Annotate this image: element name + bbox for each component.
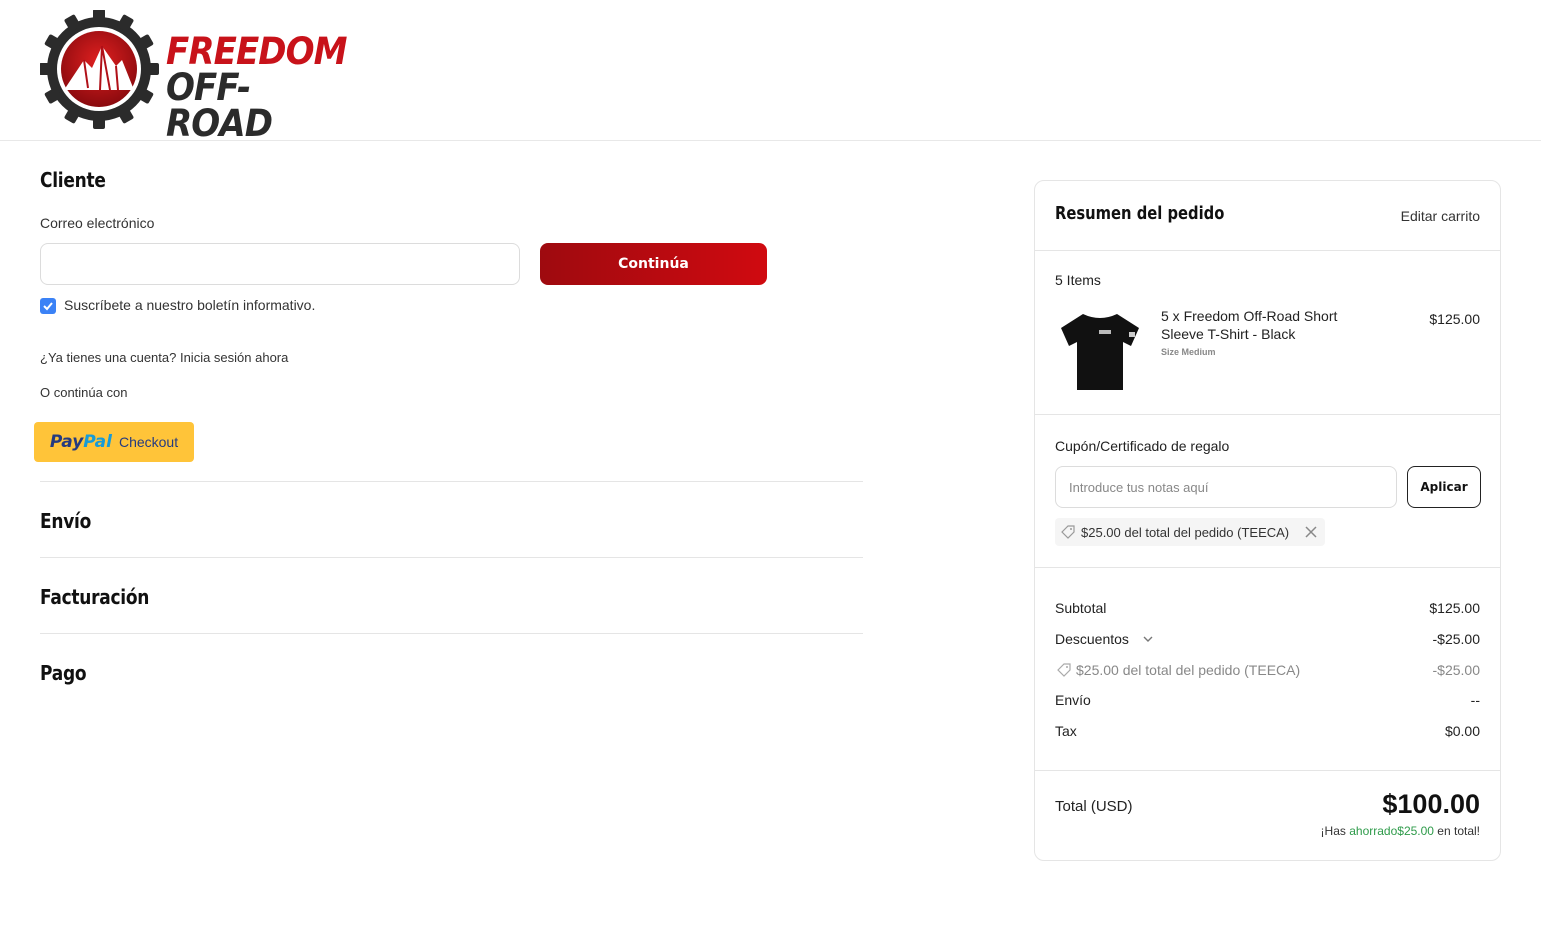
tax-value: $0.00 (1444, 723, 1480, 739)
brand-wordmark: FREEDOM OFF-ROAD (166, 30, 362, 145)
site-header: FREEDOM OFF-ROAD (0, 0, 1541, 142)
item-price: $125.00 (1429, 311, 1480, 327)
shipping-section-title[interactable]: Envío (40, 509, 91, 533)
divider (40, 633, 863, 634)
savings-message: ¡Has ahorrado$25.00 en total! (1321, 824, 1480, 838)
close-icon[interactable] (1303, 524, 1319, 540)
newsletter-checkbox[interactable] (40, 298, 56, 314)
applied-coupon-text: $25.00 del total del pedido (TEECA) (1081, 524, 1290, 540)
item-name-line1: 5 x Freedom Off-Road Short (1161, 308, 1338, 324)
shipping-value: -- (1470, 692, 1480, 708)
divider (1035, 414, 1500, 415)
items-count: 5 Items (1055, 272, 1101, 288)
or-continue-label: O continúa con (40, 385, 128, 400)
item-name-line2: Sleeve T-Shirt - Black (1161, 326, 1296, 342)
email-label: Correo electrónico (40, 215, 155, 231)
savings-word: ahorrado (1349, 824, 1398, 838)
discounts-value: -$25.00 (1432, 631, 1480, 647)
edit-cart-link[interactable]: Editar carrito (1401, 208, 1480, 224)
brand-line1: FREEDOM (166, 30, 348, 73)
discount-detail-label: $25.00 del total del pedido (TEECA) (1076, 662, 1301, 678)
billing-section-title[interactable]: Facturación (40, 585, 149, 609)
divider (1035, 567, 1500, 568)
divider (40, 481, 863, 482)
brand-line2: OFF-ROAD (166, 66, 273, 145)
tshirt-product-image (1061, 314, 1139, 390)
chevron-down-icon[interactable] (1142, 633, 1154, 645)
divider (1035, 250, 1500, 251)
divider (1035, 770, 1500, 771)
email-input[interactable] (40, 243, 520, 285)
paypal-checkout-text: Checkout (118, 434, 179, 450)
paypal-pal-text: Pal (83, 432, 112, 452)
gear-mountain-logo-icon (40, 10, 159, 129)
coupon-label: Cupón/Certificado de regalo (1055, 438, 1230, 454)
paypal-checkout-button[interactable]: Pay Pal Checkout (34, 422, 194, 462)
subtotal-label: Subtotal (1055, 600, 1107, 616)
item-size: Size Medium (1161, 347, 1216, 357)
checkmark-icon (43, 302, 53, 311)
divider (40, 557, 863, 558)
apply-coupon-button[interactable]: Aplicar (1407, 466, 1481, 508)
order-summary-title: Resumen del pedido (1055, 203, 1225, 224)
paypal-pay-text: Pay (49, 432, 84, 452)
tag-icon (1057, 663, 1071, 677)
shipping-label: Envío (1055, 692, 1091, 708)
brand-logo[interactable]: FREEDOM OFF-ROAD (40, 10, 348, 142)
continue-button[interactable]: Continúa (540, 243, 767, 285)
order-summary-panel: Resumen del pedido Editar carrito 5 Item… (1034, 180, 1501, 861)
savings-prefix: ¡Has (1320, 824, 1350, 838)
applied-coupon-chip: $25.00 del total del pedido (TEECA) (1055, 518, 1326, 546)
savings-amount: $25.00 (1397, 824, 1434, 838)
coupon-input[interactable] (1055, 466, 1397, 508)
subtotal-value: $125.00 (1429, 600, 1480, 616)
total-label: Total (USD) (1055, 798, 1133, 815)
total-value: $100.00 (1382, 789, 1480, 819)
payment-section-title[interactable]: Pago (40, 661, 87, 685)
tax-label: Tax (1055, 723, 1077, 739)
discount-detail-value: -$25.00 (1432, 662, 1480, 678)
savings-suffix: en total! (1433, 824, 1480, 838)
newsletter-label[interactable]: Suscríbete a nuestro boletín informativo… (64, 297, 315, 313)
discounts-label[interactable]: Descuentos (1055, 631, 1129, 647)
customer-section-title: Cliente (40, 168, 106, 192)
login-prompt-link[interactable]: ¿Ya tienes una cuenta? Inicia sesión aho… (40, 350, 288, 365)
tag-icon (1061, 525, 1075, 539)
